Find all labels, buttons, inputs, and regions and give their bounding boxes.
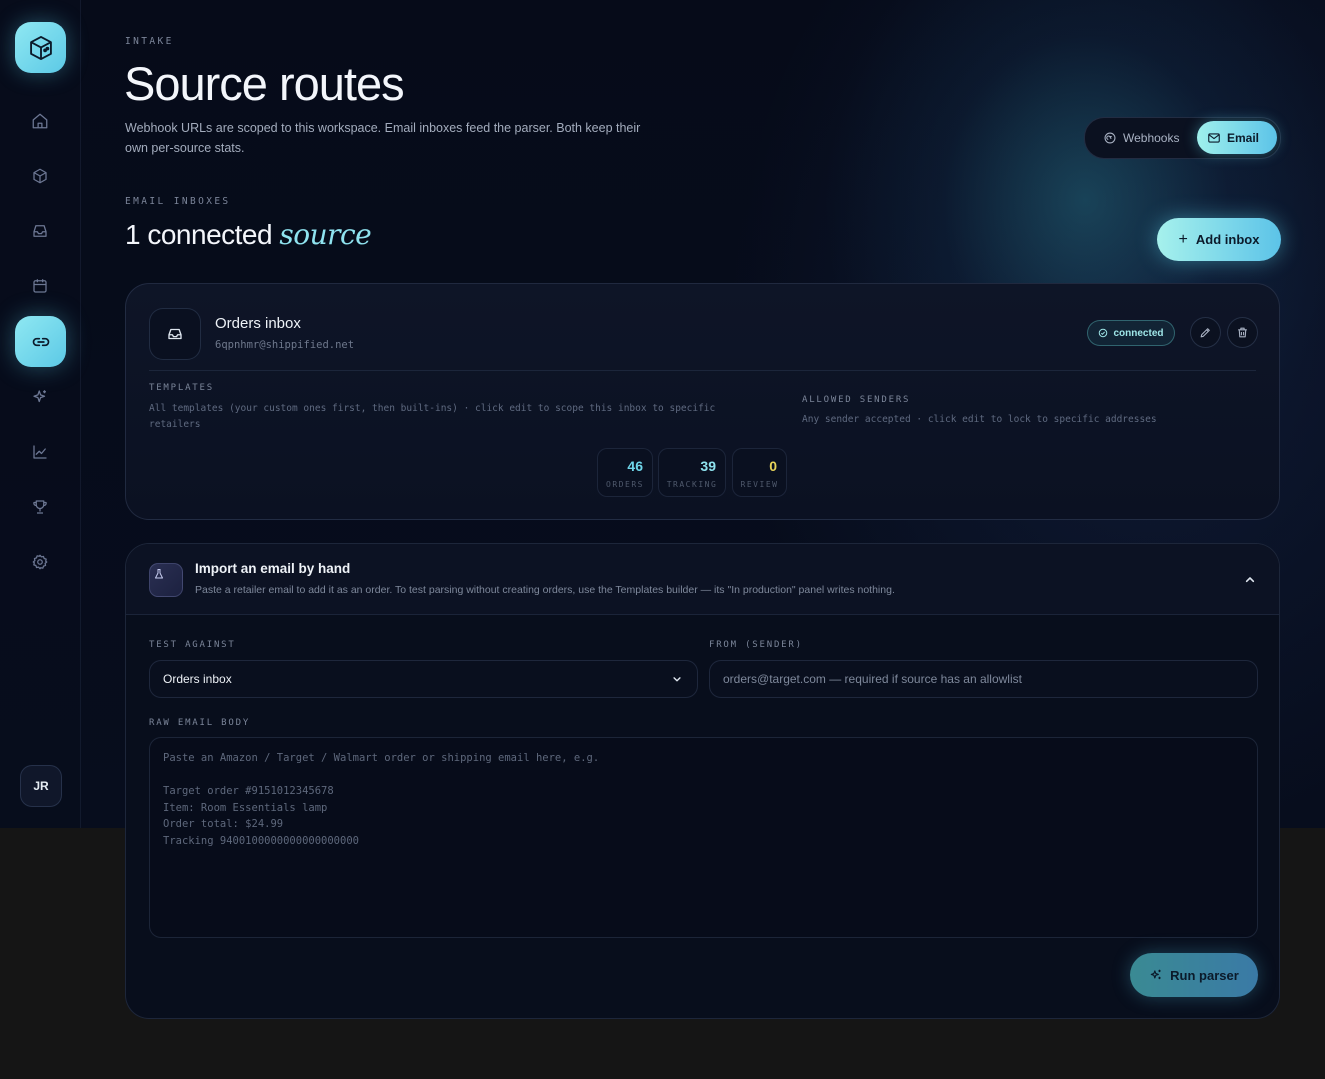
stat-review: 0 REVIEW bbox=[732, 448, 787, 497]
sidebar-item-inbox[interactable] bbox=[23, 214, 57, 248]
page-description: Webhook URLs are scoped to this workspac… bbox=[125, 121, 641, 155]
run-parser-label: Run parser bbox=[1170, 967, 1239, 983]
sidebar-item-packages[interactable] bbox=[23, 159, 57, 193]
stat-review-value: 0 bbox=[769, 458, 777, 474]
chevron-down-icon bbox=[673, 677, 681, 682]
test-against-label: TEST AGAINST bbox=[149, 640, 236, 650]
box-icon bbox=[33, 168, 47, 184]
logo[interactable] bbox=[15, 22, 66, 73]
inbox-card: Orders inbox 6qpnhmr@shippified.net conn… bbox=[125, 283, 1280, 520]
source-type-toggle: Webhooks Email bbox=[1084, 117, 1281, 159]
mail-icon bbox=[1208, 132, 1220, 143]
tab-webhooks[interactable]: Webhooks bbox=[1093, 121, 1189, 154]
sidebar: JR bbox=[0, 0, 81, 828]
pencil-icon bbox=[1200, 328, 1210, 338]
stat-tracking-label: TRACKING bbox=[666, 480, 718, 489]
sidebar-item-settings[interactable] bbox=[23, 545, 57, 579]
senders-text: Any sender accepted · click edit to lock… bbox=[802, 414, 1157, 425]
status-label: connected bbox=[1113, 327, 1164, 339]
templates-text: All templates (your custom ones first, t… bbox=[149, 403, 716, 430]
tab-email[interactable]: Email bbox=[1197, 121, 1277, 154]
chevron-up-icon[interactable] bbox=[1242, 572, 1258, 588]
section-title-main: 1 connected bbox=[125, 219, 273, 250]
stat-tracking: 39 TRACKING bbox=[658, 448, 726, 497]
section-eyebrow: EMAIL INBOXES bbox=[125, 196, 231, 207]
sidebar-item-sparkles[interactable] bbox=[23, 380, 57, 414]
from-sender-input[interactable]: orders@target.com — required if source h… bbox=[709, 660, 1258, 698]
delete-inbox-button[interactable] bbox=[1227, 317, 1258, 348]
trash-icon bbox=[1238, 327, 1247, 338]
from-label: FROM (SENDER) bbox=[709, 640, 803, 650]
tab-email-label: Email bbox=[1227, 130, 1260, 145]
add-inbox-label: Add inbox bbox=[1195, 232, 1260, 247]
section-title: 1 connected source bbox=[125, 218, 372, 251]
templates-label: TEMPLATES bbox=[149, 383, 214, 393]
add-inbox-button[interactable]: + Add inbox bbox=[1157, 218, 1281, 261]
sidebar-item-home[interactable] bbox=[23, 104, 57, 138]
plus-icon: + bbox=[1178, 230, 1188, 248]
avatar[interactable]: JR bbox=[20, 765, 62, 807]
stat-tracking-value: 39 bbox=[700, 458, 716, 474]
flask-icon bbox=[149, 563, 183, 597]
test-against-value: Orders inbox bbox=[163, 672, 232, 686]
tab-webhooks-label: Webhooks bbox=[1123, 130, 1180, 145]
page-title: Source routes bbox=[124, 57, 405, 110]
raw-email-label: RAW EMAIL BODY bbox=[149, 718, 251, 728]
sparkles-icon bbox=[33, 390, 46, 403]
senders-label: ALLOWED SENDERS bbox=[802, 395, 911, 405]
import-card: Import an email by hand Paste a retailer… bbox=[125, 543, 1280, 1019]
stat-review-label: REVIEW bbox=[740, 480, 779, 489]
raw-email-textarea[interactable]: Paste an Amazon / Target / Walmart order… bbox=[149, 737, 1258, 938]
sidebar-item-trophy[interactable] bbox=[23, 490, 57, 524]
check-circle-icon bbox=[1099, 328, 1108, 338]
inbox-name: Orders inbox bbox=[215, 315, 301, 332]
home-icon bbox=[32, 113, 48, 129]
link-icon bbox=[32, 337, 49, 346]
trophy-icon bbox=[33, 500, 47, 514]
sidebar-item-calendar[interactable] bbox=[23, 269, 57, 303]
edit-inbox-button[interactable] bbox=[1190, 317, 1221, 348]
stat-orders-value: 46 bbox=[627, 458, 643, 474]
run-parser-button[interactable]: Run parser bbox=[1130, 953, 1258, 997]
import-title: Import an email by hand bbox=[195, 561, 351, 576]
inbox-icon bbox=[168, 328, 182, 340]
stat-orders-label: ORDERS bbox=[606, 480, 644, 489]
import-description: Paste a retailer email to add it as an o… bbox=[195, 584, 895, 596]
from-sender-placeholder: orders@target.com — required if source h… bbox=[723, 672, 1022, 686]
section-title-accent: source bbox=[279, 218, 372, 251]
inbox-email: 6qpnhmr@shippified.net bbox=[215, 339, 355, 351]
calendar-icon bbox=[33, 279, 47, 293]
test-against-select[interactable]: Orders inbox bbox=[149, 660, 698, 698]
inbox-card-icon bbox=[149, 308, 201, 360]
stat-orders: 46 ORDERS bbox=[597, 448, 653, 497]
sidebar-item-sources[interactable] bbox=[15, 316, 66, 367]
status-badge: connected bbox=[1087, 320, 1175, 346]
sparkles-icon bbox=[1150, 969, 1161, 980]
gear-icon bbox=[32, 554, 48, 570]
chart-icon bbox=[33, 445, 47, 459]
inbox-icon bbox=[33, 225, 47, 237]
cube-icon bbox=[29, 35, 52, 60]
page-eyebrow: INTAKE bbox=[125, 36, 174, 47]
sidebar-item-analytics[interactable] bbox=[23, 435, 57, 469]
card-divider bbox=[149, 370, 1256, 371]
webhook-icon bbox=[1104, 132, 1116, 143]
import-card-header[interactable]: Import an email by hand Paste a retailer… bbox=[126, 544, 1279, 615]
